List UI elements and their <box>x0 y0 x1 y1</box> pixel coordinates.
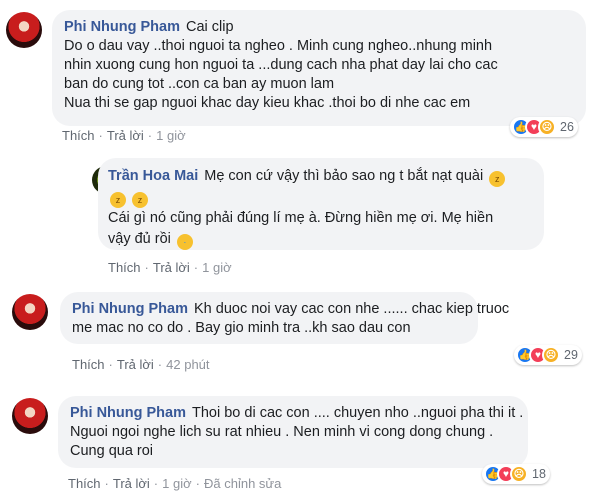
comment-text: nhin xuong cung hon nguoi ta ...dung cac… <box>64 57 498 73</box>
sleepy-face-icon: z <box>489 171 506 187</box>
timestamp[interactable]: 1 giờ <box>202 260 232 275</box>
reaction-count: 26 <box>560 120 574 134</box>
comment-content: Trần Hoa Mai Mẹ con cứ vậy thì bảo sao ng… <box>108 166 506 250</box>
comment-bubble: Phi Nhung Pham Cai clip Do o dau vay ..th… <box>52 10 586 126</box>
timestamp[interactable]: 1 giờ <box>162 476 192 491</box>
avatar[interactable] <box>12 294 48 330</box>
avatar[interactable] <box>6 12 42 48</box>
sad-icon: ☹ <box>510 465 528 483</box>
timestamp[interactable]: 42 phút <box>166 357 209 372</box>
comment-author[interactable]: Trần Hoa Mai <box>108 168 198 184</box>
comment-text: Mẹ con cứ vậy thì bảo sao ng t bắt nạt q… <box>204 168 484 184</box>
comment-author[interactable]: Phi Nhung Pham <box>72 301 188 317</box>
comment-text: me mac no co do . Bay gio minh tra ..kh … <box>72 320 411 336</box>
comment-author[interactable]: Phi Nhung Pham <box>64 19 180 35</box>
comment-text: Thoi bo di cac con .... chuyen nho ..ngu… <box>192 405 524 421</box>
like-button[interactable]: Thích <box>72 357 105 372</box>
comment-actions: Thích · Trả lời · 1 giờ <box>62 128 186 143</box>
sleepy-face-icon: z <box>132 192 149 208</box>
sad-icon: ☹ <box>538 118 556 136</box>
comment-text: Nua thi se gap nguoi khac day kieu khac … <box>64 95 471 111</box>
sleepy-face-icon: z <box>110 192 126 208</box>
reactions-summary[interactable]: 👍 ♥ ☹ 26 <box>510 117 578 137</box>
reply-button[interactable]: Trả lời <box>113 476 150 491</box>
reply-button[interactable]: Trả lời <box>153 260 190 275</box>
comment-actions: Thích · Trả lời · 42 phút <box>72 357 210 372</box>
comment-bubble: Phi Nhung Pham Thoi bo di cac con .... ch… <box>58 396 528 468</box>
comment-text: Cai clip <box>186 19 234 35</box>
comment-author[interactable]: Phi Nhung Pham <box>70 405 186 421</box>
comment-text: Cung qua roi <box>70 443 154 459</box>
comment-text: Do o dau vay ..thoi nguoi ta ngheo . Min… <box>64 38 493 54</box>
sad-icon: ☹ <box>542 346 560 364</box>
comment-text: ban do cung tot ..con ca ban ay muon lam <box>64 76 335 92</box>
comment-text: Cái gì nó cũng phải đúng lí mẹ à. Đừng h… <box>108 210 494 226</box>
avatar[interactable] <box>12 398 48 434</box>
comment-text: vậy đủ rồi <box>108 231 171 247</box>
like-button[interactable]: Thích <box>62 128 95 143</box>
reaction-count: 29 <box>564 348 578 362</box>
reaction-count: 18 <box>532 467 546 481</box>
comment-actions: Thích · Trả lời · 1 giờ <box>108 260 232 275</box>
comment-text: Nguoi ngoi nghe lich su rat nhieu . Nen … <box>70 424 494 440</box>
reply-button[interactable]: Trả lời <box>107 128 144 143</box>
comment-text: Kh duoc noi vay cac con nhe ...... chac … <box>194 301 510 317</box>
edited-label[interactable]: Đã chỉnh sửa <box>204 476 281 491</box>
reactions-summary[interactable]: 👍 ♥ ☹ 29 <box>514 345 582 365</box>
reactions-summary[interactable]: 👍 ♥ ☹ 18 <box>482 464 550 484</box>
timestamp[interactable]: 1 giờ <box>156 128 186 143</box>
comment-bubble: Phi Nhung Pham Kh duoc noi vay cac con nh… <box>60 292 509 344</box>
reply-button[interactable]: Trả lời <box>117 357 154 372</box>
crying-face-icon: · <box>176 234 193 250</box>
like-button[interactable]: Thích <box>68 476 101 491</box>
like-button[interactable]: Thích <box>108 260 141 275</box>
comment-actions: Thích · Trả lời · 1 giờ · Đã chỉnh sửa <box>68 476 282 491</box>
